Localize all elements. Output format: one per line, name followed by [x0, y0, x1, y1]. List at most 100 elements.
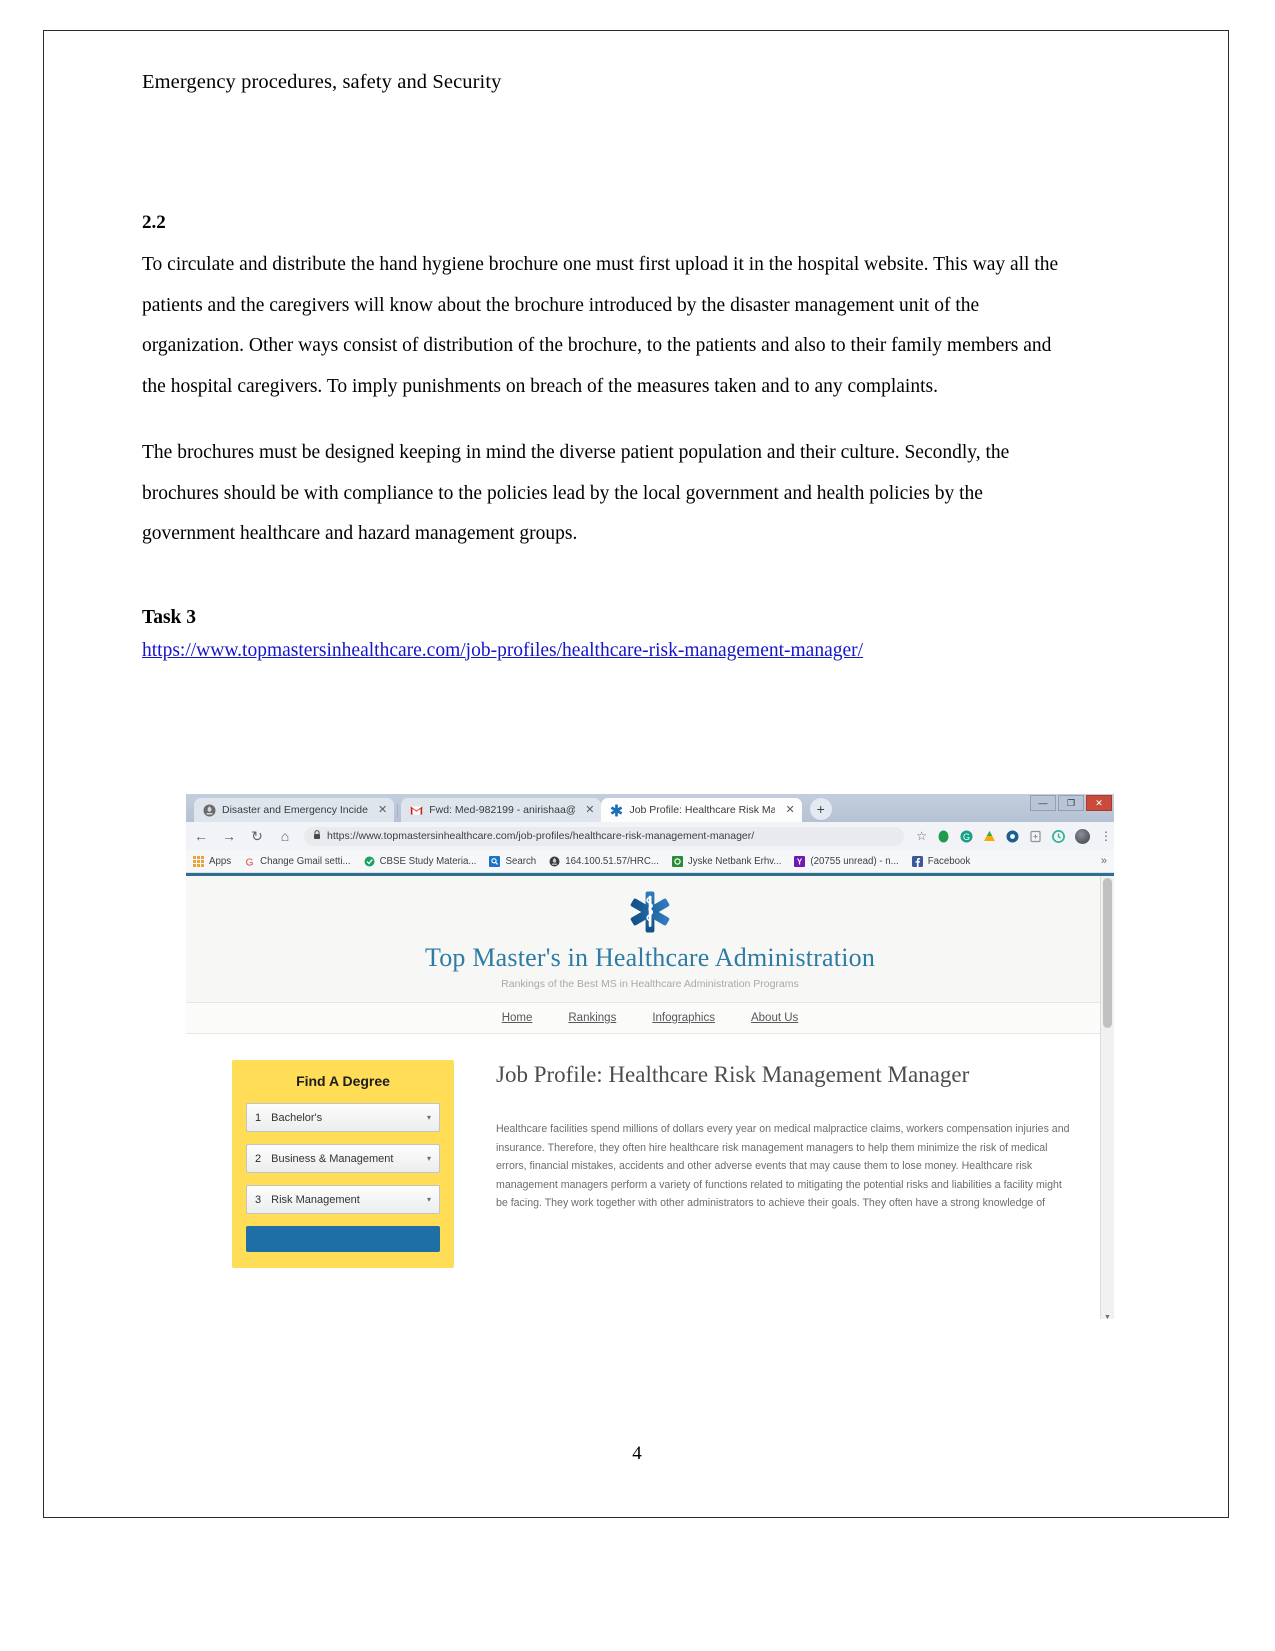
find-a-degree-widget: Find A Degree 1 Bachelor's ▾ 2 Business … [232, 1060, 454, 1268]
minimize-button[interactable]: — [1030, 795, 1056, 811]
new-tab-button[interactable]: + [809, 798, 832, 820]
embedded-browser-screenshot: Disaster and Emergency Incident ✕ Fwd: M… [186, 794, 1114, 1319]
source-url-link[interactable]: https://www.topmastersinhealthcare.com/j… [142, 640, 1072, 662]
home-icon[interactable]: ⌂ [276, 829, 294, 843]
nav-item-about-us[interactable]: About Us [751, 1012, 798, 1024]
extension-grammar-icon[interactable] [1052, 829, 1065, 843]
svg-text:Y: Y [797, 857, 803, 866]
page-scrollbar[interactable]: ▲ ▼ [1100, 876, 1114, 1319]
site-tagline: Rankings of the Best MS in Healthcare Ad… [501, 978, 799, 990]
bookmark-apps[interactable]: Apps [193, 855, 232, 867]
browser-tab-1-close-icon[interactable]: ✕ [378, 804, 387, 816]
bookmarks-bar: Apps G Change Gmail setti... CBSE Study … [186, 850, 1114, 873]
running-head: Emergency procedures, safety and Securit… [142, 71, 502, 93]
browser-toolbar: ← → ↻ ⌂ https://www.topmastersinhealthca… [186, 822, 1114, 850]
jyske-icon [671, 855, 683, 867]
forward-icon[interactable]: → [220, 829, 238, 843]
bookmark-change-gmail-settings-label: Change Gmail setti... [260, 855, 351, 867]
scrollbar-thumb[interactable] [1103, 878, 1112, 1028]
bookmark-hrc-ip[interactable]: 164.100.51.57/HRC... [549, 856, 659, 867]
document-page: Emergency procedures, safety and Securit… [43, 30, 1229, 1518]
extension-teal-icon[interactable]: G [960, 830, 973, 843]
paragraph-1: To circulate and distribute the hand hyg… [142, 254, 1059, 397]
find-degree-submit-button[interactable] [246, 1226, 440, 1252]
page-viewport: Top Master's in Healthcare Administratio… [186, 873, 1114, 1319]
bookmark-star-icon[interactable]: ☆ [916, 829, 927, 843]
document-content: Emergency procedures, safety and Securit… [142, 71, 1072, 662]
search-box-icon [489, 855, 501, 867]
site-main: Find A Degree 1 Bachelor's ▾ 2 Business … [186, 1034, 1114, 1268]
bookmark-facebook[interactable]: Facebook [911, 855, 971, 867]
address-bar[interactable]: https://www.topmastersinhealthcare.com/j… [304, 826, 905, 846]
bookmark-hrc-ip-label: 164.100.51.57/HRC... [565, 855, 659, 867]
scroll-down-icon[interactable]: ▼ [1101, 1311, 1114, 1320]
bookmark-yahoo-mail[interactable]: Y (20755 unread) - n... [794, 855, 899, 867]
chevron-down-icon: ▾ [426, 1154, 431, 1163]
degree-category-step-number: 2 [255, 1152, 262, 1165]
nav-item-rankings[interactable]: Rankings [568, 1012, 616, 1024]
emblem-icon [549, 856, 560, 867]
bookmark-yahoo-mail-label: (20755 unread) - n... [810, 855, 899, 867]
tab-separator [397, 804, 399, 818]
article-title: Job Profile: Healthcare Risk Management … [496, 1062, 970, 1087]
bookmarks-overflow-icon[interactable]: » [1101, 855, 1107, 867]
address-bar-url: https://www.topmastersinhealthcare.com/j… [327, 830, 755, 842]
yahoo-icon: Y [794, 855, 806, 867]
bookmark-facebook-label: Facebook [927, 855, 971, 867]
extension-green-icon[interactable] [937, 830, 950, 843]
browser-tab-1[interactable]: Disaster and Emergency Incident ✕ [194, 798, 395, 822]
bookmark-cbse-study-material-label: CBSE Study Materia... [379, 855, 477, 867]
browser-tab-3[interactable]: Job Profile: Healthcare Risk Man ✕ [601, 798, 802, 822]
browser-tab-2[interactable]: Fwd: Med-982199 - anirishaa@g ✕ [401, 798, 602, 822]
star-of-life-icon [186, 890, 1114, 939]
back-icon[interactable]: ← [192, 829, 210, 843]
bookmark-jyske-netbank-label: Jyske Netbank Erhv... [687, 855, 782, 867]
degree-category-select[interactable]: 2 Business & Management ▾ [246, 1144, 440, 1173]
facebook-icon [911, 855, 923, 867]
close-window-button[interactable]: ✕ [1086, 795, 1112, 811]
gmail-icon [410, 804, 423, 817]
bookmark-search[interactable]: Search [489, 855, 536, 867]
extension-dark-icon[interactable] [1006, 830, 1019, 843]
article-body: Healthcare facilities spend millions of … [496, 1123, 1070, 1209]
profile-avatar[interactable] [1075, 828, 1090, 844]
maximize-button[interactable]: ❐ [1058, 795, 1084, 811]
browser-tab-1-title: Disaster and Emergency Incident [222, 804, 368, 816]
extension-note-icon[interactable] [1029, 830, 1042, 843]
chevron-down-icon: ▾ [426, 1113, 431, 1122]
task-3-heading: Task 3 [142, 606, 197, 628]
svg-text:G: G [246, 857, 254, 867]
paragraph-2: The brochures must be designed keeping i… [142, 442, 1010, 544]
window-controls: — ❐ ✕ [1030, 795, 1112, 811]
nav-item-home[interactable]: Home [502, 1012, 533, 1024]
site-nav: Home Rankings Infographics About Us [186, 1002, 1114, 1034]
svg-text:G: G [963, 832, 970, 842]
degree-subject-value: Risk Management [271, 1193, 360, 1206]
section-heading-2-2: 2.2 [142, 212, 166, 233]
browser-tab-2-close-icon[interactable]: ✕ [585, 804, 594, 816]
google-g-icon: G [244, 856, 255, 868]
degree-level-step-number: 1 [255, 1111, 262, 1124]
lock-icon [313, 830, 321, 842]
site-header: Top Master's in Healthcare Administratio… [186, 876, 1114, 1002]
degree-category-value: Business & Management [271, 1152, 394, 1165]
degree-level-select[interactable]: 1 Bachelor's ▾ [246, 1103, 440, 1132]
nav-item-infographics[interactable]: Infographics [652, 1012, 715, 1024]
site-title: Top Master's in Healthcare Administratio… [424, 943, 876, 972]
apps-grid-icon [193, 855, 204, 867]
browser-menu-icon[interactable]: ⋮ [1100, 830, 1112, 842]
page-number: 4 [632, 1443, 642, 1464]
degree-subject-step-number: 3 [255, 1193, 262, 1206]
browser-tab-3-close-icon[interactable]: ✕ [785, 804, 794, 816]
bookmark-change-gmail-settings[interactable]: G Change Gmail setti... [244, 855, 351, 868]
degree-subject-select[interactable]: 3 Risk Management ▾ [246, 1185, 440, 1214]
reload-icon[interactable]: ↻ [248, 829, 266, 843]
star-of-life-icon [610, 804, 623, 817]
bookmark-cbse-study-material[interactable]: CBSE Study Materia... [364, 855, 477, 867]
degree-level-value: Bachelor's [271, 1111, 323, 1124]
bookmark-jyske-netbank[interactable]: Jyske Netbank Erhv... [671, 855, 782, 867]
check-circle-icon [364, 856, 375, 867]
extension-drive-icon[interactable] [983, 830, 996, 843]
article: Job Profile: Healthcare Risk Management … [496, 1060, 1074, 1268]
bookmark-apps-label: Apps [209, 855, 232, 867]
